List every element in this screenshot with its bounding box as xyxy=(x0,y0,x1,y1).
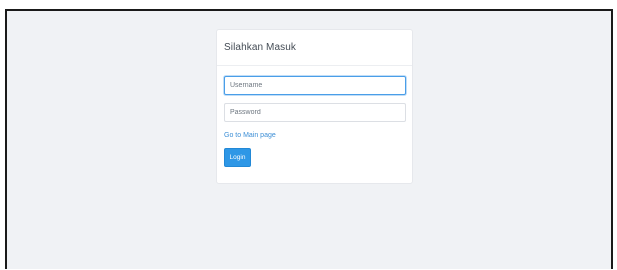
login-button[interactable]: Login xyxy=(224,148,251,167)
password-input[interactable] xyxy=(224,103,406,122)
login-title: Silahkan Masuk xyxy=(217,30,412,66)
username-input[interactable] xyxy=(224,76,406,95)
login-card: Silahkan Masuk Go to Main page Login xyxy=(216,29,413,184)
page-background: Silahkan Masuk Go to Main page Login xyxy=(5,9,613,269)
main-page-link[interactable]: Go to Main page xyxy=(224,132,276,139)
